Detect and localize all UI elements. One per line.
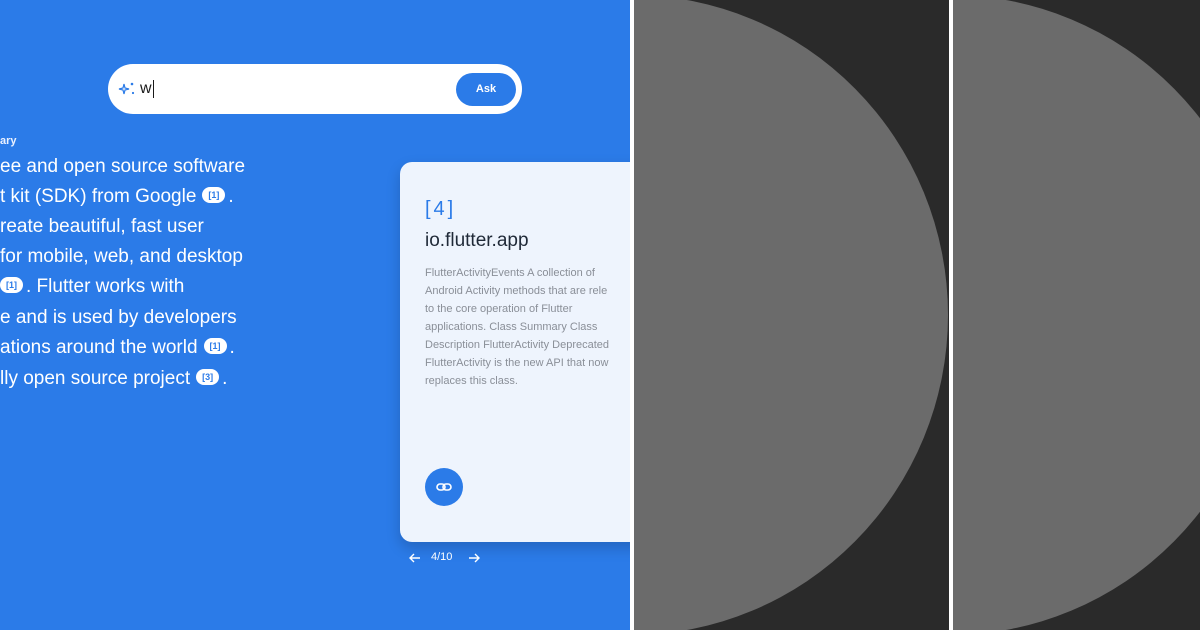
summary-line: ee and open source software [0, 155, 245, 179]
summary-line: for mobile, web, and desktop [0, 245, 243, 269]
summary-line-tail: . [222, 368, 228, 389]
text-caret [152, 79, 154, 98]
citation-chip[interactable]: [3] [196, 368, 220, 385]
description-line: FlutterActivityEvents A collection of [425, 267, 595, 279]
sparkle-icon [118, 82, 135, 95]
summary-line-text: lly open source project [0, 368, 191, 389]
citation-chip[interactable]: [1] [0, 276, 23, 293]
gray-circle-1 [634, 0, 948, 630]
summary-line-tail: . Flutter works with [26, 276, 185, 297]
summary-line-text: e and is used by developers [0, 307, 237, 328]
summary-line: reate beautiful, fast user [0, 215, 204, 239]
summary-line-tail: . [229, 337, 235, 358]
search-query-text: w [140, 80, 152, 97]
source-description: FlutterActivityEvents A collection of And… [425, 264, 640, 390]
dark-panel-2 [953, 0, 1200, 630]
summary-line: e and is used by developers [0, 306, 237, 330]
dark-panel-1 [634, 0, 949, 630]
summary-label: ary [0, 135, 17, 147]
summary-line: ations around the world [1]. [0, 336, 235, 360]
summary-line-text: for mobile, web, and desktop [0, 246, 243, 267]
pager-indicator: 4/10 [431, 551, 453, 563]
summary-line: t kit (SDK) from Google [1]. [0, 185, 234, 209]
summary-line-text: ee and open source software [0, 156, 246, 177]
source-index: [4] [425, 198, 457, 220]
citation-chip[interactable]: [1] [202, 186, 226, 203]
citation-chip[interactable]: [1] [203, 337, 227, 354]
ask-button[interactable]: Ask [456, 73, 516, 106]
search-input[interactable]: w [140, 78, 154, 100]
description-line: Android Activity methods that are rele [425, 285, 608, 297]
gray-circle-2 [953, 0, 1200, 630]
summary-line-text: t kit (SDK) from Google [0, 186, 197, 207]
summary-line: [1]. Flutter works with [0, 275, 184, 299]
summary-line-text: ations around the world [0, 337, 198, 358]
description-line: Description FlutterActivity Deprecated [425, 339, 610, 351]
description-line: to the core operation of Flutter [425, 303, 573, 315]
summary-line-text: reate beautiful, fast user [0, 216, 204, 237]
source-title[interactable]: io.flutter.app [425, 230, 529, 252]
description-line: replaces this class. [425, 375, 518, 387]
screenshot-stage: w Ask ary ee and open source software t k… [0, 0, 1200, 630]
arrow-left-icon[interactable] [407, 550, 423, 566]
summary-line-tail: . [228, 186, 234, 207]
link-icon [436, 483, 452, 491]
summary-line: lly open source project [3]. [0, 367, 227, 391]
description-line: FlutterActivity is the new API that now [425, 357, 609, 369]
open-link-button[interactable] [425, 468, 463, 506]
description-line: applications. Class Summary Class [425, 321, 598, 333]
arrow-right-icon[interactable] [466, 550, 482, 566]
